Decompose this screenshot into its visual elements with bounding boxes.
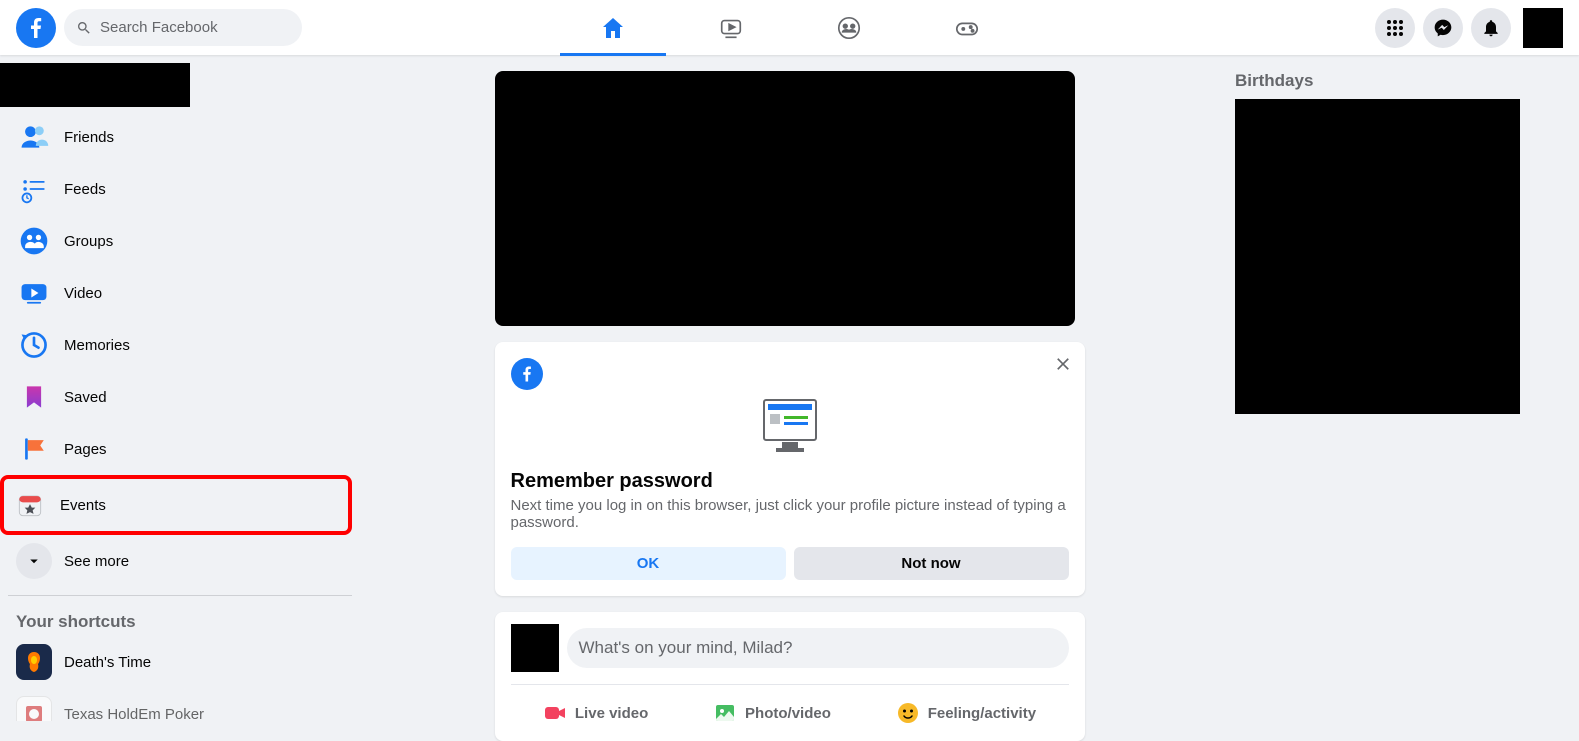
button-row: OK Not now [511, 547, 1069, 580]
computer-icon [511, 398, 1069, 454]
video-icon [16, 275, 52, 311]
sidebar-profile-item[interactable] [0, 63, 190, 107]
feeds-icon [16, 171, 52, 207]
photo-video-button[interactable]: Photo/video [701, 693, 843, 733]
profile-avatar[interactable] [1523, 8, 1563, 48]
ok-button[interactable]: OK [511, 547, 786, 580]
feeling-icon [896, 701, 920, 725]
post-composer: What's on your mind, Milad? Live video P… [495, 612, 1085, 741]
sidebar-item-label: Memories [64, 337, 130, 354]
search-icon [76, 20, 92, 36]
menu-button[interactable] [1375, 8, 1415, 48]
nav-groups[interactable] [794, 3, 904, 53]
sidebar-item-label: Video [64, 285, 102, 302]
groups-icon [836, 15, 862, 41]
feeling-button[interactable]: Feeling/activity [884, 693, 1048, 733]
memories-icon [16, 327, 52, 363]
close-icon [1053, 354, 1073, 374]
sidebar-item-video[interactable]: Video [8, 267, 352, 319]
bell-icon [1481, 18, 1501, 38]
top-nav [558, 3, 1022, 53]
photo-video-label: Photo/video [745, 705, 831, 722]
birthdays-title: Birthdays [1235, 71, 1563, 91]
shortcut-icon [16, 644, 52, 680]
gaming-icon [954, 15, 980, 41]
shortcut-label: Texas HoldEm Poker [64, 706, 204, 722]
center-feed: Remember password Next time you log in o… [495, 55, 1085, 721]
right-sidebar: Birthdays [1219, 55, 1579, 721]
sidebar-item-pages[interactable]: Pages [8, 423, 352, 475]
chevron-down-icon [16, 543, 52, 579]
shortcuts-title: Your shortcuts [8, 604, 352, 636]
birthdays-content[interactable] [1235, 99, 1520, 414]
friends-icon [16, 119, 52, 155]
notifications-button[interactable] [1471, 8, 1511, 48]
remember-description: Next time you log in on this browser, ju… [511, 497, 1069, 531]
left-sidebar: Friends Feeds Groups Video Memories [0, 55, 360, 721]
photo-icon [713, 701, 737, 725]
sidebar-see-more[interactable]: See more [8, 535, 352, 587]
not-now-button[interactable]: Not now [794, 547, 1069, 580]
facebook-small-logo [511, 358, 543, 390]
saved-icon [16, 379, 52, 415]
groups-icon [16, 223, 52, 259]
close-button[interactable] [1053, 354, 1073, 379]
sidebar-item-saved[interactable]: Saved [8, 371, 352, 423]
live-video-icon [543, 701, 567, 725]
sidebar-item-friends[interactable]: Friends [8, 111, 352, 163]
header: Search Facebook [0, 0, 1579, 55]
live-video-button[interactable]: Live video [531, 693, 660, 733]
sidebar-item-feeds[interactable]: Feeds [8, 163, 352, 215]
messenger-button[interactable] [1423, 8, 1463, 48]
watch-icon [718, 15, 744, 41]
composer-avatar[interactable] [511, 624, 559, 672]
nav-home[interactable] [558, 3, 668, 53]
sidebar-item-events[interactable]: Events [0, 475, 352, 535]
remember-password-card: Remember password Next time you log in o… [495, 342, 1085, 596]
see-more-label: See more [64, 553, 129, 570]
grid-icon [1385, 18, 1405, 38]
sidebar-item-label: Events [60, 497, 106, 514]
search-placeholder: Search Facebook [100, 19, 218, 36]
live-video-label: Live video [575, 705, 648, 722]
stories-section[interactable] [495, 71, 1075, 326]
pages-icon [16, 431, 52, 467]
nav-video[interactable] [676, 3, 786, 53]
sidebar-item-memories[interactable]: Memories [8, 319, 352, 371]
home-icon [599, 14, 627, 42]
facebook-logo[interactable] [16, 8, 56, 48]
sidebar-item-groups[interactable]: Groups [8, 215, 352, 267]
sidebar-item-label: Pages [64, 441, 107, 458]
sidebar-item-label: Groups [64, 233, 113, 250]
composer-input[interactable]: What's on your mind, Milad? [567, 628, 1069, 668]
sidebar-item-label: Saved [64, 389, 107, 406]
composer-actions: Live video Photo/video Feeling/activity [511, 685, 1069, 733]
shortcut-icon [16, 696, 52, 721]
remember-title: Remember password [511, 470, 1069, 493]
messenger-icon [1433, 18, 1453, 38]
shortcut-deaths-time[interactable]: Death's Time [8, 636, 352, 688]
events-icon [12, 487, 48, 523]
feeling-label: Feeling/activity [928, 705, 1036, 722]
sidebar-item-label: Feeds [64, 181, 106, 198]
nav-gaming[interactable] [912, 3, 1022, 53]
main: Friends Feeds Groups Video Memories [0, 0, 1579, 721]
composer-top: What's on your mind, Milad? [511, 624, 1069, 685]
divider [8, 595, 352, 596]
sidebar-item-label: Friends [64, 129, 114, 146]
shortcut-texas-holdem[interactable]: Texas HoldEm Poker [8, 688, 352, 721]
header-right [1375, 8, 1563, 48]
shortcut-label: Death's Time [64, 654, 151, 671]
search-input[interactable]: Search Facebook [64, 9, 302, 46]
